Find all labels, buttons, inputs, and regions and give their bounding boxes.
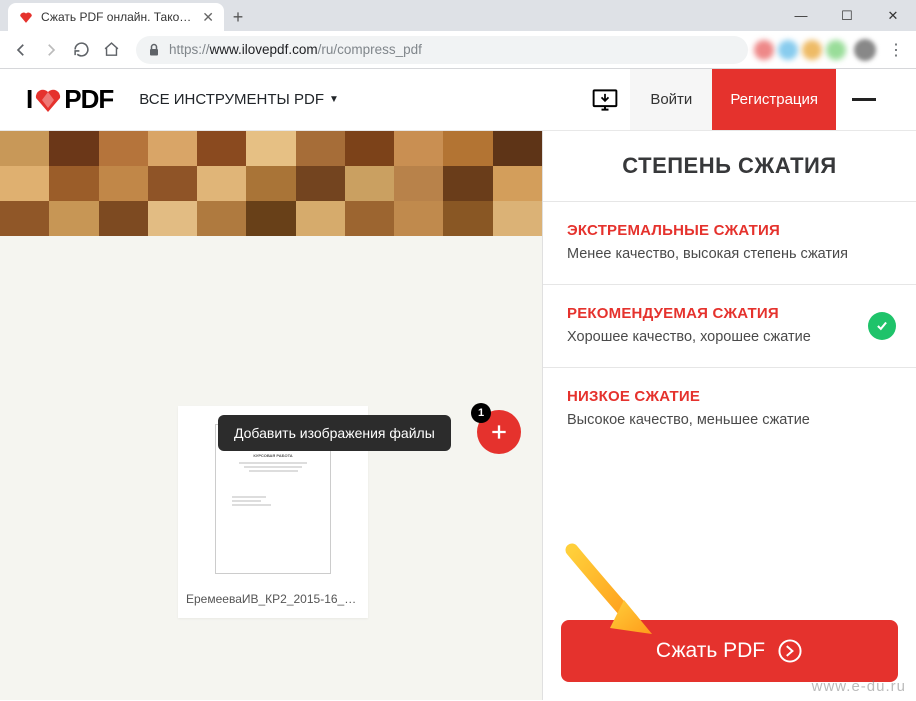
- login-button[interactable]: Войти: [630, 69, 712, 130]
- back-button[interactable]: [6, 35, 36, 65]
- close-window-button[interactable]: ✕: [870, 0, 916, 31]
- address-bar[interactable]: https://www.ilovepdf.com/ru/compress_pdf: [136, 36, 748, 64]
- browser-menu-button[interactable]: ⋮: [882, 40, 910, 60]
- profile-avatar[interactable]: [854, 39, 876, 61]
- arrow-circle-icon: [777, 638, 803, 664]
- option-title: РЕКОМЕНДУЕМАЯ СЖАТИЯ: [567, 305, 892, 322]
- minimize-button[interactable]: —: [778, 0, 824, 31]
- file-count-badge: 1: [471, 403, 491, 423]
- all-tools-label: ВСЕ ИНСТРУМЕНТЫ PDF: [139, 91, 324, 108]
- hero-mosaic: [0, 131, 542, 236]
- workspace-pane: Добавить изображения файлы 1 КУРСОВАЯ РА…: [0, 131, 542, 700]
- compression-option-recommended[interactable]: РЕКОМЕНДУЕМАЯ СЖАТИЯ Хорошее качество, х…: [543, 284, 916, 367]
- option-title: ЭКСТРЕМАЛЬНЫЕ СЖАТИЯ: [567, 222, 892, 239]
- reload-button[interactable]: [66, 35, 96, 65]
- window-controls: — ☐ ✕: [778, 0, 916, 31]
- heart-icon: [34, 88, 62, 112]
- compression-option-low[interactable]: НИЗКОЕ СЖАТИЕ Высокое качество, меньшее …: [543, 367, 916, 450]
- extension-icon[interactable]: [778, 40, 798, 60]
- signup-button[interactable]: Регистрация: [712, 69, 836, 130]
- panel-title: СТЕПЕНЬ СЖАТИЯ: [543, 131, 916, 201]
- options-pane: СТЕПЕНЬ СЖАТИЯ ЭКСТРЕМАЛЬНЫЕ СЖАТИЯ Мене…: [542, 131, 916, 700]
- option-desc: Хорошее качество, хорошее сжатие: [567, 329, 892, 345]
- tab-close-icon[interactable]: ✕: [202, 9, 214, 26]
- site-header: I PDF ВСЕ ИНСТРУМЕНТЫ PDF ▼ Войти Регист…: [0, 69, 916, 131]
- browser-tab[interactable]: Сжать PDF онлайн. Такое же ка ✕: [8, 3, 224, 31]
- main-content: Добавить изображения файлы 1 КУРСОВАЯ РА…: [0, 131, 916, 700]
- browser-titlebar: Сжать PDF онлайн. Такое же ка ✕ + — ☐ ✕: [0, 0, 916, 31]
- hamburger-icon: [852, 98, 876, 101]
- extension-icons: [754, 40, 848, 60]
- compression-option-extreme[interactable]: ЭКСТРЕМАЛЬНЫЕ СЖАТИЯ Менее качество, выс…: [543, 201, 916, 284]
- selected-check-icon: [868, 312, 896, 340]
- caret-down-icon: ▼: [329, 94, 339, 105]
- logo-text-right: PDF: [64, 84, 113, 115]
- home-button[interactable]: [96, 35, 126, 65]
- download-app-button[interactable]: [580, 69, 630, 130]
- maximize-button[interactable]: ☐: [824, 0, 870, 31]
- tab-favicon-icon: [18, 10, 34, 24]
- plus-icon: [489, 422, 509, 442]
- option-title: НИЗКОЕ СЖАТИЕ: [567, 388, 892, 405]
- extension-icon[interactable]: [826, 40, 846, 60]
- option-desc: Менее качество, высокая степень сжатия: [567, 246, 892, 262]
- tab-title: Сжать PDF онлайн. Такое же ка: [41, 10, 196, 24]
- add-files-tooltip: Добавить изображения файлы: [218, 415, 451, 451]
- compress-label: Сжать PDF: [656, 639, 765, 663]
- lock-icon: [148, 43, 160, 57]
- forward-button[interactable]: [36, 35, 66, 65]
- extension-icon[interactable]: [802, 40, 822, 60]
- site-logo[interactable]: I PDF: [26, 84, 113, 115]
- new-tab-button[interactable]: +: [224, 3, 252, 31]
- all-tools-dropdown[interactable]: ВСЕ ИНСТРУМЕНТЫ PDF ▼: [139, 91, 339, 108]
- url-host: www.ilovepdf.com: [210, 42, 318, 57]
- url-protocol: https://: [169, 42, 210, 57]
- option-desc: Высокое качество, меньшее сжатие: [567, 412, 892, 428]
- browser-toolbar: https://www.ilovepdf.com/ru/compress_pdf…: [0, 31, 916, 69]
- download-desktop-icon: [591, 87, 619, 113]
- watermark-text: www.e-du.ru: [812, 678, 906, 695]
- logo-text-left: I: [26, 84, 32, 115]
- file-name: ЕремееваИВ_КР2_2015-16_ЕГ…: [178, 586, 368, 608]
- compress-pdf-button[interactable]: Сжать PDF: [561, 620, 898, 682]
- extension-icon[interactable]: [754, 40, 774, 60]
- url-path: /ru/compress_pdf: [318, 42, 422, 57]
- hamburger-menu-button[interactable]: [836, 69, 892, 130]
